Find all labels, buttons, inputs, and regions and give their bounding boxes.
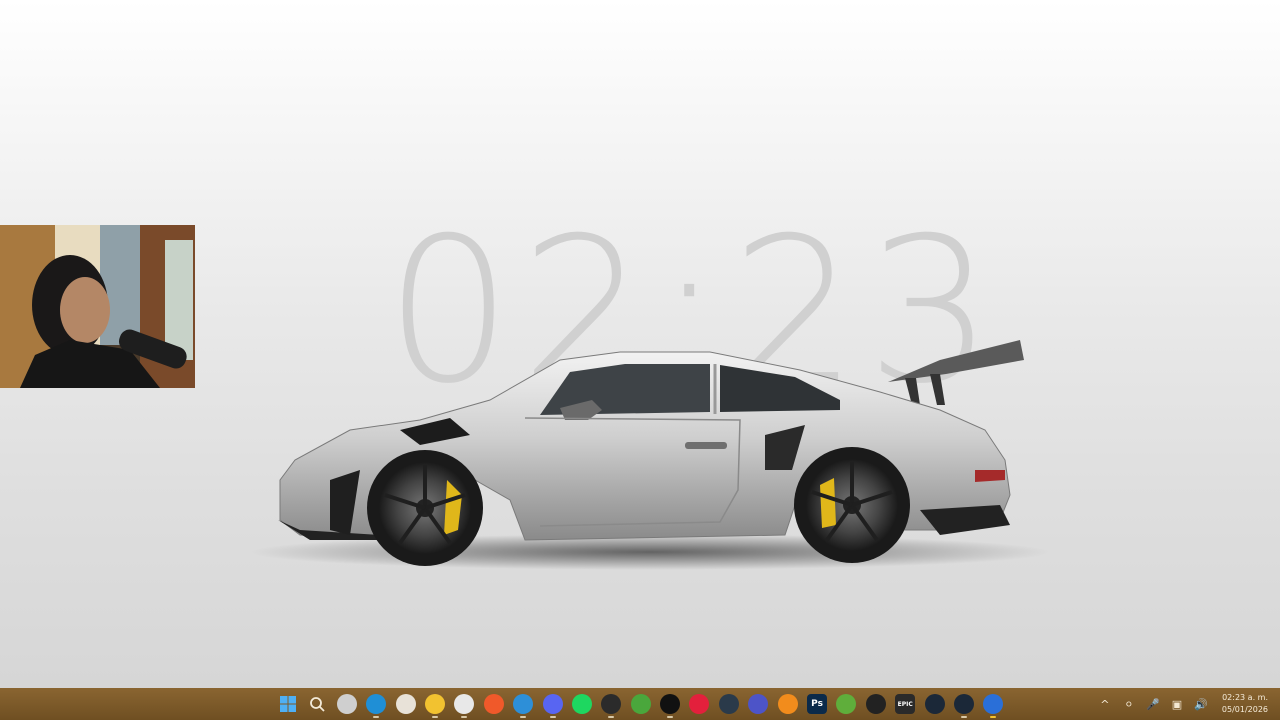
task-view-button[interactable] [336, 694, 357, 714]
store-app[interactable] [395, 694, 416, 714]
xbox-app[interactable] [630, 694, 651, 714]
brave-app[interactable] [483, 694, 504, 714]
running-indicator [549, 716, 556, 718]
running-indicator [431, 716, 438, 718]
obs-app[interactable] [601, 694, 622, 718]
running-indicator [520, 716, 527, 718]
network-off-icon[interactable]: ⚪ [1122, 698, 1136, 711]
tray-clock[interactable]: 02:23 a. m. 05/01/2026 [1222, 692, 1268, 716]
spotify-app[interactable] [571, 694, 592, 714]
photoshop-app[interactable]: Ps [807, 694, 828, 714]
edge-app[interactable] [366, 694, 387, 718]
steam-app[interactable] [924, 694, 945, 714]
desktop-wallpaper: 02:23 [0, 0, 1280, 688]
capcut-app[interactable] [660, 694, 681, 718]
show-hidden-icons-chevron[interactable]: ^ [1098, 698, 1112, 711]
file-explorer-app[interactable] [424, 694, 445, 718]
hoyoplay-app[interactable] [748, 694, 769, 714]
taskbar-apps: Ps EPIC [278, 692, 1013, 718]
running-indicator [608, 716, 615, 718]
vscode-app[interactable] [513, 694, 534, 718]
epic-games-app-label: EPIC [897, 700, 913, 708]
photoshop-app-label: Ps [811, 699, 823, 709]
system-tray: ^ ⚪ 🎤 ▣ 🔊 02:23 a. m. 05/01/2026 [1098, 688, 1280, 720]
tray-time: 02:23 a. m. [1222, 693, 1268, 702]
volume-icon[interactable]: 🔊 [1194, 698, 1208, 711]
unity-app[interactable] [865, 694, 886, 714]
running-indicator [960, 716, 967, 718]
tray-date: 05/01/2026 [1221, 705, 1268, 714]
opera-app[interactable] [689, 694, 710, 714]
davinci-app[interactable] [718, 694, 739, 714]
running-indicator [667, 716, 674, 718]
minecraft-app[interactable] [836, 694, 857, 714]
running-indicator [461, 716, 468, 718]
car-illustration [250, 340, 1050, 570]
steam-app-2[interactable] [953, 694, 974, 718]
taskbar: Ps EPIC ^ ⚪ 🎤 ▣ 🔊 02:23 a. m. 05/01/2026 [0, 688, 1280, 720]
settings-app[interactable] [983, 694, 1004, 718]
search-button[interactable] [307, 694, 327, 714]
epic-games-app[interactable]: EPIC [895, 694, 916, 714]
running-indicator [373, 716, 380, 718]
display-icon[interactable]: ▣ [1170, 698, 1184, 711]
start-button[interactable] [278, 694, 298, 714]
chrome-app[interactable] [454, 694, 475, 718]
blender-app[interactable] [777, 694, 798, 714]
microphone-icon[interactable]: 🎤 [1146, 698, 1160, 711]
running-indicator [990, 716, 997, 718]
webcam-overlay [0, 225, 195, 388]
discord-app[interactable] [542, 694, 563, 718]
